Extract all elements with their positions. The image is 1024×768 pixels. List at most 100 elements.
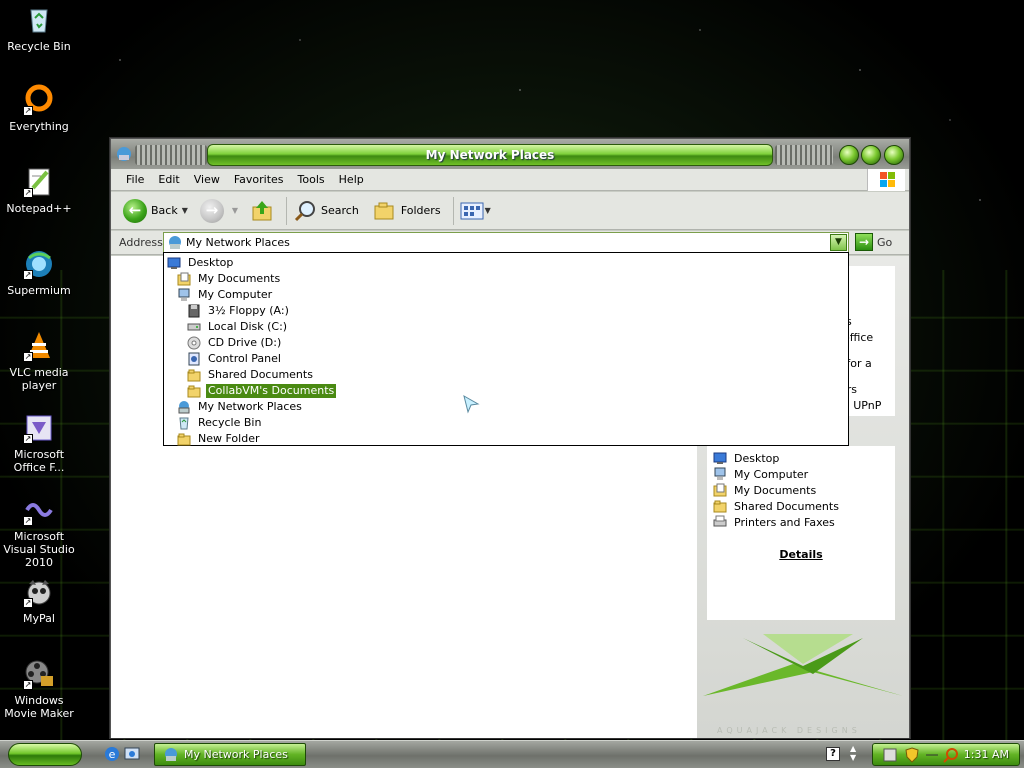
window-title: My Network Places	[207, 144, 773, 166]
desktop-icon-label: Microsoft Office F...	[13, 448, 65, 474]
shortcut-arrow-icon: ↗	[23, 516, 33, 526]
arrows-tray-icon[interactable]	[925, 750, 939, 760]
folders-button[interactable]: Folders	[373, 199, 441, 223]
desktop-icon-visual-studio[interactable]: ↗ Microsoft Visual Studio 2010	[0, 494, 78, 569]
dropdown-item[interactable]: CD Drive (D:)	[164, 335, 848, 351]
go-button[interactable]: → Go	[855, 233, 892, 251]
network-places-icon	[169, 236, 181, 249]
title-bar[interactable]: My Network Places	[111, 139, 909, 169]
desktop-icon	[713, 452, 727, 464]
toolbar-separator	[286, 196, 288, 225]
network-tray-icon[interactable]	[883, 748, 897, 762]
dropdown-item[interactable]: Recycle Bin	[164, 415, 848, 431]
chevron-down-icon[interactable]: ▼	[485, 206, 491, 215]
dropdown-item[interactable]: Control Panel	[164, 351, 848, 367]
dropdown-item[interactable]: Desktop	[164, 255, 848, 271]
menu-file[interactable]: File	[119, 173, 151, 186]
desktop-icon-everything[interactable]: ↗ Everything	[0, 84, 78, 133]
desktop-icon-label: Microsoft Visual Studio 2010	[3, 530, 75, 569]
taskbar-button-my-network-places[interactable]: My Network Places	[154, 743, 306, 766]
title-grip-left	[135, 145, 207, 165]
my-documents-icon	[713, 483, 727, 497]
search-tray-icon[interactable]	[943, 747, 959, 763]
other-places-panel: Desktop My Computer My Documents Shared …	[707, 446, 895, 620]
maximize-button[interactable]	[861, 145, 881, 165]
taskbar-button-label: My Network Places	[184, 748, 288, 761]
menu-view[interactable]: View	[187, 173, 227, 186]
menu-favorites[interactable]: Favorites	[227, 173, 291, 186]
visual-studio-icon: ↗	[23, 494, 55, 526]
desktop-icon-recycle-bin[interactable]: Recycle Bin	[0, 4, 78, 53]
dropdown-item[interactable]: My Documents	[164, 271, 848, 287]
forward-button[interactable]: → ▼	[199, 198, 244, 223]
dropdown-item[interactable]: New Folder	[164, 431, 848, 447]
minimize-button[interactable]	[839, 145, 859, 165]
dropdown-item[interactable]: CollabVM's Documents	[164, 383, 848, 399]
windows-logo-icon	[867, 169, 905, 191]
mypal-icon: ↗	[23, 576, 55, 608]
views-button[interactable]: ▼	[460, 201, 497, 221]
mouse-cursor-icon	[463, 394, 480, 414]
title-grip-right	[775, 145, 833, 165]
dropdown-item-label: My Network Places	[198, 400, 302, 413]
close-button[interactable]	[884, 145, 904, 165]
start-button[interactable]	[8, 743, 82, 766]
brand-text: AQUAJACK DESIGNS	[717, 726, 861, 735]
dropdown-item[interactable]: My Computer	[164, 287, 848, 303]
show-desktop-icon[interactable]	[124, 746, 140, 762]
desktop-icon-vlc[interactable]: ↗ VLC media player	[0, 330, 78, 392]
desktop-icon-supermium[interactable]: ↗ Supermium	[0, 248, 78, 297]
clock[interactable]: 1:31 AM	[964, 748, 1009, 761]
other-place-label: Printers and Faxes	[734, 515, 835, 529]
dropdown-item[interactable]: 3½ Floppy (A:)	[164, 303, 848, 319]
address-value: My Network Places	[186, 236, 290, 249]
xbox-logo-icon	[703, 634, 903, 696]
chevron-down-icon[interactable]: ▼	[182, 206, 188, 215]
other-place-my-documents[interactable]: My Documents	[713, 482, 895, 498]
movie-maker-icon: ↗	[23, 658, 55, 690]
desktop-icon-notepad-plus-plus[interactable]: ↗ Notepad++	[0, 166, 78, 215]
toolbar: ← Back ▼ → ▼ Search Folders ▼	[111, 192, 909, 230]
chevron-up-down-icon[interactable]: ▲ ▼	[850, 744, 856, 762]
dropdown-item[interactable]: Shared Documents	[164, 367, 848, 383]
other-place-shared-documents[interactable]: Shared Documents	[713, 498, 895, 514]
other-place-my-computer[interactable]: My Computer	[713, 466, 895, 482]
search-button[interactable]: Search	[293, 199, 359, 223]
details-header[interactable]: Details	[707, 548, 895, 561]
back-arrow-icon: ←	[123, 198, 147, 223]
supermium-icon: ↗	[23, 248, 55, 280]
dropdown-item-label: CD Drive (D:)	[208, 336, 282, 349]
dropdown-item[interactable]: My Network Places	[164, 399, 848, 415]
desktop-icon-movie-maker[interactable]: ↗ Windows Movie Maker	[0, 658, 78, 720]
everything-icon: ↗	[23, 84, 55, 116]
internet-explorer-icon[interactable]: e	[104, 746, 120, 762]
network-places-icon[interactable]	[116, 146, 132, 162]
menu-edit[interactable]: Edit	[151, 173, 186, 186]
dropdown-item[interactable]: Local Disk (C:)	[164, 319, 848, 335]
recycle-bin-icon	[179, 417, 189, 430]
other-place-label: Shared Documents	[734, 499, 839, 513]
up-folder-icon	[252, 200, 272, 220]
address-dropdown-button[interactable]: ▼	[830, 234, 847, 251]
chevron-down-icon[interactable]: ▼	[232, 206, 238, 215]
go-arrow-icon: →	[855, 233, 873, 251]
up-folder-button[interactable]	[250, 199, 274, 223]
other-place-printers-and-faxes[interactable]: Printers and Faxes	[713, 514, 895, 530]
dropdown-item-label: Local Disk (C:)	[208, 320, 288, 333]
desktop-icon-mypal[interactable]: ↗ MyPal	[0, 576, 78, 625]
menu-help[interactable]: Help	[332, 173, 371, 186]
shortcut-arrow-icon: ↗	[23, 106, 33, 116]
security-shield-icon[interactable]	[905, 747, 919, 763]
menu-tools[interactable]: Tools	[291, 173, 332, 186]
forward-arrow-icon: →	[199, 198, 224, 223]
other-place-desktop[interactable]: Desktop	[713, 450, 895, 466]
taskbar: e My Network Places ? ▲ ▼ 1:31 AM	[0, 740, 1024, 768]
dropdown-item-label: 3½ Floppy (A:)	[208, 304, 289, 317]
desktop-icon-label: Everything	[9, 120, 69, 133]
network-places-icon	[165, 747, 177, 761]
desktop-icon-office[interactable]: ↗ Microsoft Office F...	[0, 412, 78, 474]
help-icon[interactable]: ?	[826, 747, 840, 761]
shortcut-arrow-icon: ↗	[23, 270, 33, 280]
back-button[interactable]: ← Back ▼	[123, 198, 194, 223]
address-field[interactable]: My Network Places ▼	[163, 232, 849, 253]
